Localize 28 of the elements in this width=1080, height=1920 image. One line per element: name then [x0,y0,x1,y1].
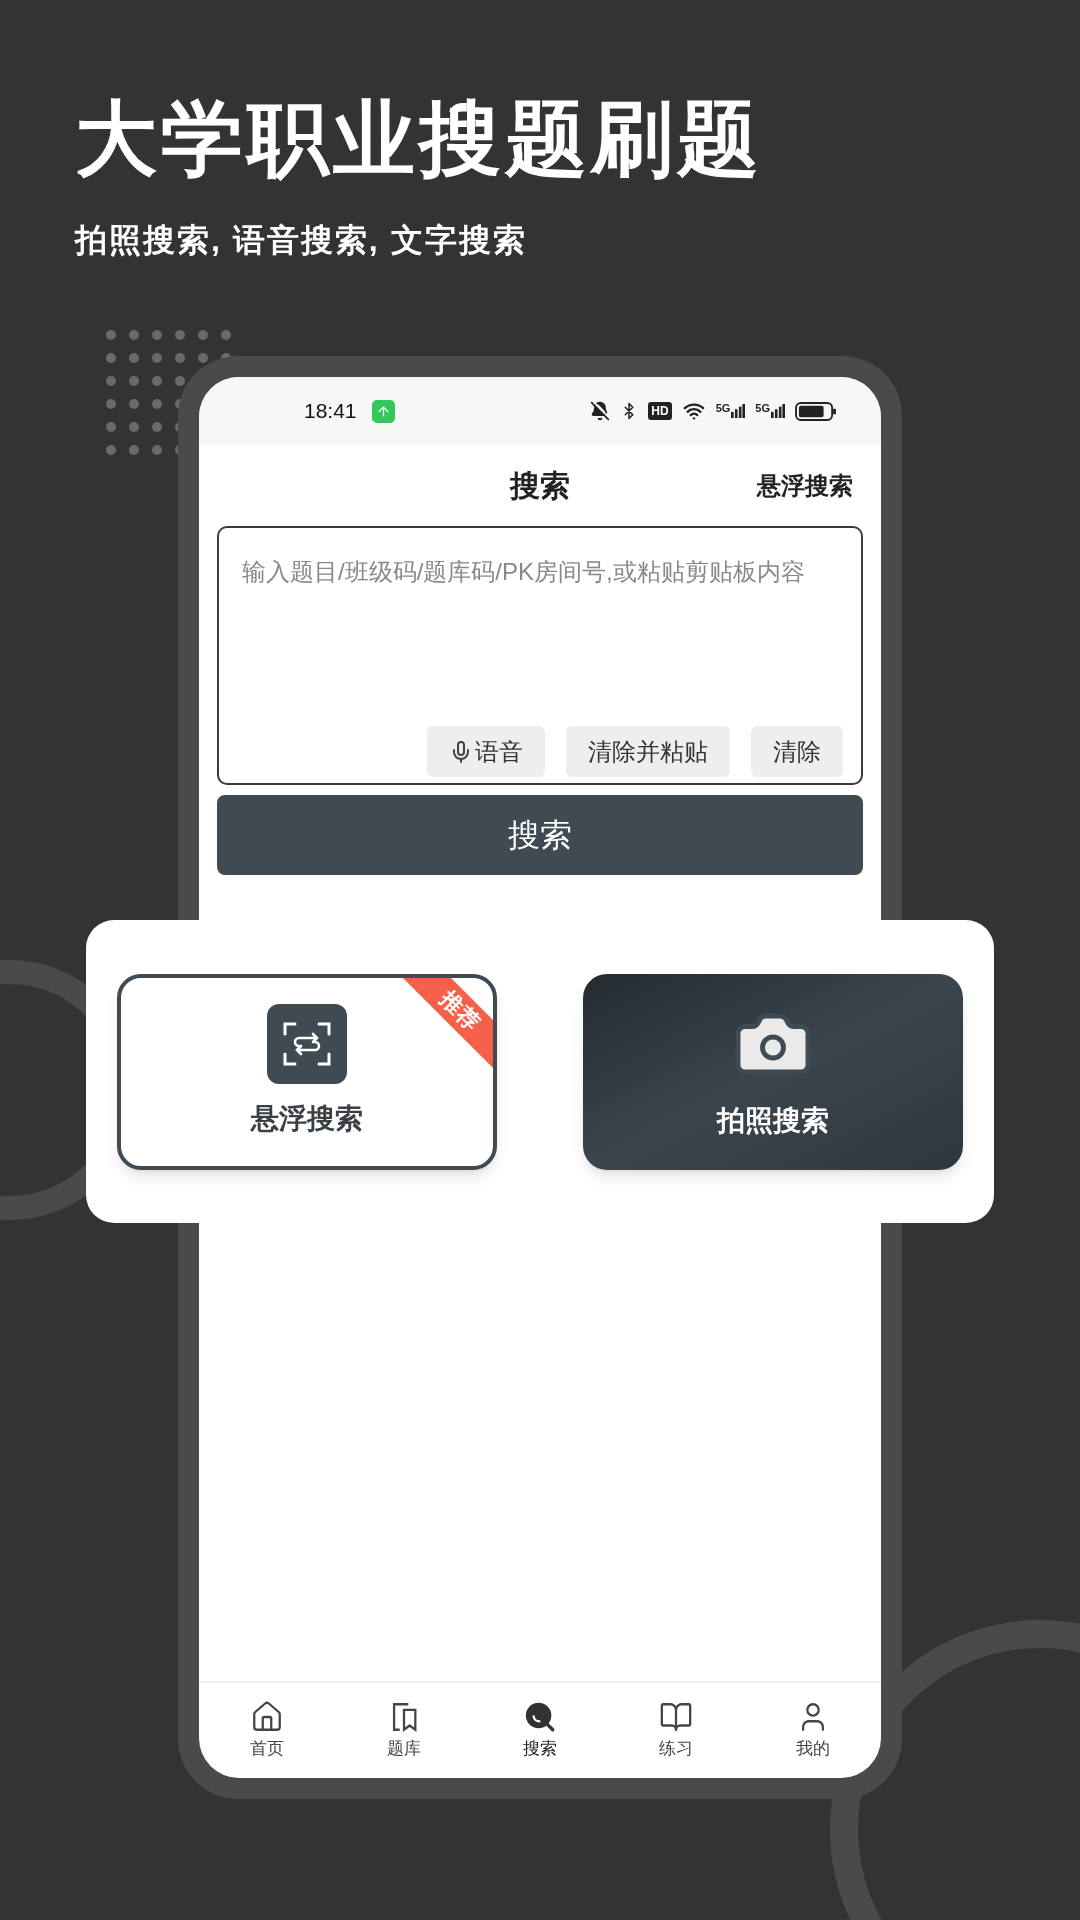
nav-tab[interactable]: 搜索 [471,1699,609,1762]
nav-tab[interactable]: 我的 [744,1699,881,1762]
page-title: 搜索 [510,468,570,504]
clock: 18:41 [304,398,357,425]
voice-button[interactable]: 语音 [427,726,545,777]
float-search-option[interactable]: 推荐 悬浮搜索 [117,973,497,1170]
battery-icon [795,401,837,421]
upload-app-icon [371,399,395,423]
scan-swap-icon [266,1003,348,1084]
action-button[interactable]: 清除并粘贴 [566,726,730,777]
float-search-link[interactable]: 悬浮搜索 [757,467,853,504]
signal-icon [731,403,746,419]
search-button[interactable]: 搜索 [217,795,863,875]
wifi-icon [681,400,706,422]
nav-tab[interactable]: 首页 [199,1699,336,1762]
hd-badge: HD [648,402,672,420]
network-label: 5G [755,403,770,414]
bell-off-icon [590,401,611,421]
nav-tab[interactable]: 练习 [608,1699,745,1762]
headline: 大学职业搜题刷题 [75,98,764,180]
photo-search-option[interactable]: 拍照搜索 [583,973,963,1170]
subheadline: 拍照搜索, 语音搜索, 文字搜索 [75,221,528,260]
search-input[interactable]: 输入题目/班级码/题库码/PK房间号,或粘贴剪贴板内容 [219,528,861,726]
network-label: 5G [715,403,731,414]
search-input-area[interactable]: 输入题目/班级码/题库码/PK房间号,或粘贴剪贴板内容 语音 清除并粘贴 清除 [217,526,863,785]
signal-icon [771,403,785,419]
nav-tab[interactable]: 题库 [335,1699,472,1762]
action-button[interactable]: 清除 [751,726,843,777]
